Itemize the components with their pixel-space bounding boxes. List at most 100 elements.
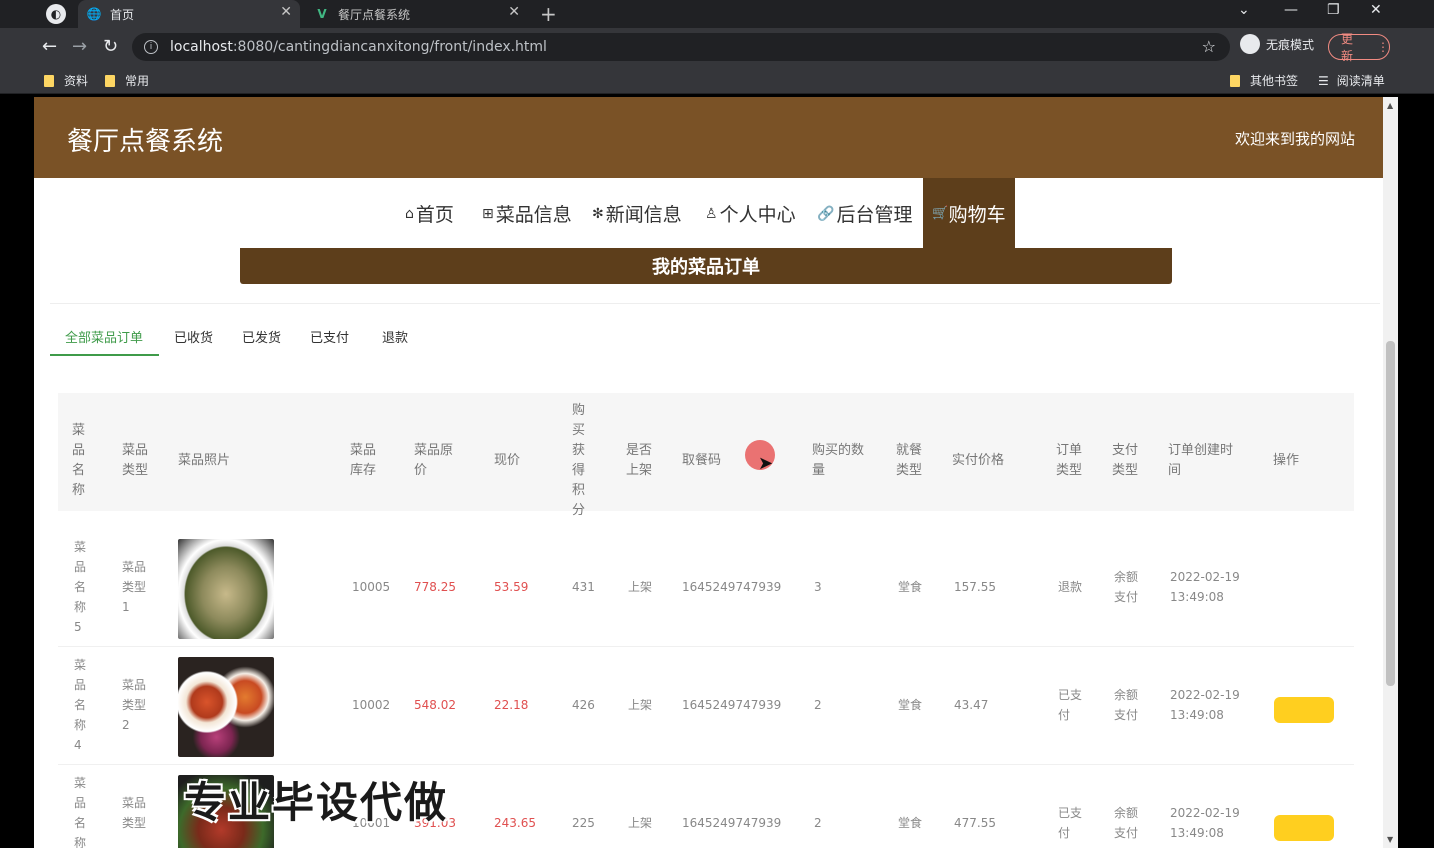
tab-refund[interactable]: 退款 bbox=[382, 327, 408, 346]
bookmark-folder-other[interactable]: 其他书签 bbox=[1230, 72, 1298, 89]
close-window-icon[interactable]: ✕ bbox=[1370, 2, 1382, 18]
site-header: 餐厅点餐系统 欢迎来到我的网站 bbox=[34, 97, 1383, 178]
new-tab-icon[interactable]: + bbox=[540, 2, 557, 26]
cell-dine-type: 堂食 bbox=[898, 816, 923, 830]
action-button[interactable] bbox=[1274, 815, 1334, 841]
dish-icon: ⊞ bbox=[482, 205, 494, 222]
th-paid-price: 实付价格 bbox=[952, 453, 1005, 468]
reading-list[interactable]: ☰ 阅读清单 bbox=[1318, 72, 1385, 89]
cell-pickup-code: 1645249747939 bbox=[682, 698, 782, 712]
nav-item-news[interactable]: ✻ 新闻信息 bbox=[592, 200, 682, 227]
site-info-icon[interactable]: i bbox=[144, 40, 158, 54]
cell-dine-type: 堂食 bbox=[898, 580, 923, 594]
cell-pay-type: 余额支付 bbox=[1114, 688, 1139, 722]
cell-original-price: 548.02 bbox=[414, 698, 456, 712]
table-row: 菜品名称4 菜品类型2 10002 548.02 22.18 426 上架 16… bbox=[58, 647, 1354, 765]
th-pay-type: 支付类型 bbox=[1112, 443, 1139, 478]
scroll-up-icon[interactable]: ▲ bbox=[1387, 101, 1393, 110]
th-dine-type: 就餐类型 bbox=[896, 443, 923, 478]
site-title: 餐厅点餐系统 bbox=[67, 127, 224, 157]
nav-item-cart[interactable]: 🛒 购物车 bbox=[923, 178, 1015, 248]
th-type: 菜品类型 bbox=[122, 443, 149, 478]
bookmarks-bar: 资料 常用 其他书签 ☰ 阅读清单 bbox=[0, 66, 1434, 94]
cell-name: 菜品名称 bbox=[74, 776, 87, 848]
folder-icon bbox=[1230, 74, 1240, 87]
reading-list-icon: ☰ bbox=[1318, 73, 1329, 88]
cell-pay-type: 余额支付 bbox=[1114, 806, 1139, 840]
bookmark-star-icon[interactable]: ☆ bbox=[1202, 37, 1216, 56]
bookmark-folder-changyong[interactable]: 常用 bbox=[105, 72, 149, 89]
minimize-icon[interactable]: — bbox=[1284, 2, 1298, 18]
page-scrollbar[interactable]: ▲ ▼ bbox=[1383, 97, 1398, 848]
nav-label: 后台管理 bbox=[836, 204, 913, 226]
update-button[interactable]: 更新 ⋮ bbox=[1328, 32, 1390, 63]
cart-icon: 🛒 bbox=[932, 205, 949, 221]
close-tab-icon[interactable]: ✕ bbox=[280, 4, 292, 20]
url-host: localhost bbox=[170, 39, 233, 55]
scroll-down-icon[interactable]: ▼ bbox=[1387, 835, 1393, 844]
action-button[interactable] bbox=[1274, 697, 1334, 723]
url-path: :8080/cantingdiancanxitong/front/index.h… bbox=[232, 39, 547, 55]
nav-item-profile[interactable]: ♙ 个人中心 bbox=[705, 200, 796, 227]
th-on-sale: 是否上架 bbox=[626, 443, 653, 478]
nav-label: 新闻信息 bbox=[605, 204, 682, 226]
cell-on-sale: 上架 bbox=[628, 580, 653, 594]
nav-label: 购物车 bbox=[948, 203, 1006, 226]
incognito-label: 无痕模式 bbox=[1266, 37, 1315, 52]
th-quantity: 购买的数量 bbox=[812, 443, 865, 478]
forward-arrow-icon[interactable]: → bbox=[72, 36, 87, 57]
news-icon: ✻ bbox=[592, 205, 604, 222]
cell-order-type: 已支付 bbox=[1058, 806, 1083, 840]
th-stock: 菜品库存 bbox=[350, 443, 377, 478]
tab-all-orders[interactable]: 全部菜品订单 bbox=[65, 327, 143, 346]
th-current-price: 现价 bbox=[494, 453, 521, 468]
browser-tab-home[interactable]: 🌐 首页 ✕ bbox=[78, 0, 300, 28]
cell-stock: 10002 bbox=[352, 698, 391, 712]
cell-current-price: 53.59 bbox=[494, 580, 529, 594]
cell-pickup-code: 1645249747939 bbox=[682, 816, 782, 830]
welcome-text: 欢迎来到我的网站 bbox=[1234, 130, 1355, 148]
back-arrow-icon[interactable]: ← bbox=[42, 36, 57, 57]
browser-tab-title: 餐厅点餐系统 bbox=[338, 7, 411, 22]
active-tab-underline bbox=[50, 354, 159, 356]
close-tab-icon[interactable]: ✕ bbox=[508, 4, 520, 20]
dish-photo bbox=[178, 657, 274, 757]
update-label: 更新 bbox=[1341, 32, 1354, 63]
tab-shipped[interactable]: 已发货 bbox=[242, 327, 281, 346]
nav-label: 首页 bbox=[415, 204, 454, 226]
incognito-indicator[interactable]: 无痕模式 bbox=[1240, 34, 1314, 54]
browser-tab-bar: ◐ 🌐 首页 ✕ V 餐厅点餐系统 ✕ + ⌄ — ❐ ✕ bbox=[0, 0, 1434, 28]
tab-received[interactable]: 已收货 bbox=[174, 327, 213, 346]
table-header: 菜品名称 菜品类型 菜品照片 菜品库存 菜品原价 现价 购买获得积分 是否上架 … bbox=[58, 393, 1354, 518]
th-points: 购买获得积分 bbox=[572, 403, 586, 518]
cell-type: 菜品类型2 bbox=[122, 678, 147, 732]
scroll-thumb[interactable] bbox=[1386, 341, 1395, 686]
cell-order-type: 退款 bbox=[1058, 580, 1083, 594]
url-bar[interactable]: i localhost:8080/cantingdiancanxitong/fr… bbox=[132, 33, 1230, 61]
cell-order-type: 已支付 bbox=[1058, 688, 1083, 722]
cell-points: 431 bbox=[572, 580, 595, 594]
restore-icon[interactable]: ❐ bbox=[1327, 2, 1340, 18]
th-name: 菜品名称 bbox=[72, 423, 86, 498]
cell-original-price: 778.25 bbox=[414, 580, 456, 594]
cell-name: 菜品名称4 bbox=[74, 658, 87, 752]
cell-points: 426 bbox=[572, 698, 595, 712]
globe-icon: 🌐 bbox=[86, 7, 102, 21]
nav-item-dishes[interactable]: ⊞ 菜品信息 bbox=[482, 200, 572, 227]
nav-item-home[interactable]: ⌂ 首页 bbox=[405, 200, 454, 227]
cell-name: 菜品名称5 bbox=[74, 540, 87, 634]
home-icon: ⌂ bbox=[405, 205, 414, 222]
browser-tab-restaurant[interactable]: V 餐厅点餐系统 ✕ bbox=[304, 0, 528, 28]
user-icon: ♙ bbox=[705, 205, 718, 222]
address-toolbar: ← → ↻ i localhost:8080/cantingdiancanxit… bbox=[0, 28, 1434, 66]
tab-paid[interactable]: 已支付 bbox=[310, 327, 349, 346]
tab-search-icon[interactable]: ⌄ bbox=[1238, 2, 1250, 18]
th-photo: 菜品照片 bbox=[178, 453, 231, 468]
cell-type: 菜品类型 bbox=[122, 796, 147, 830]
nav-item-admin[interactable]: 🔗 后台管理 bbox=[817, 200, 912, 227]
bookmark-folder-ziliao[interactable]: 资料 bbox=[44, 72, 88, 89]
bookmark-label: 资料 bbox=[64, 74, 89, 88]
more-menu-icon[interactable]: ⋮ bbox=[1377, 40, 1389, 54]
cell-stock: 10005 bbox=[352, 580, 391, 594]
reload-icon[interactable]: ↻ bbox=[103, 36, 118, 57]
